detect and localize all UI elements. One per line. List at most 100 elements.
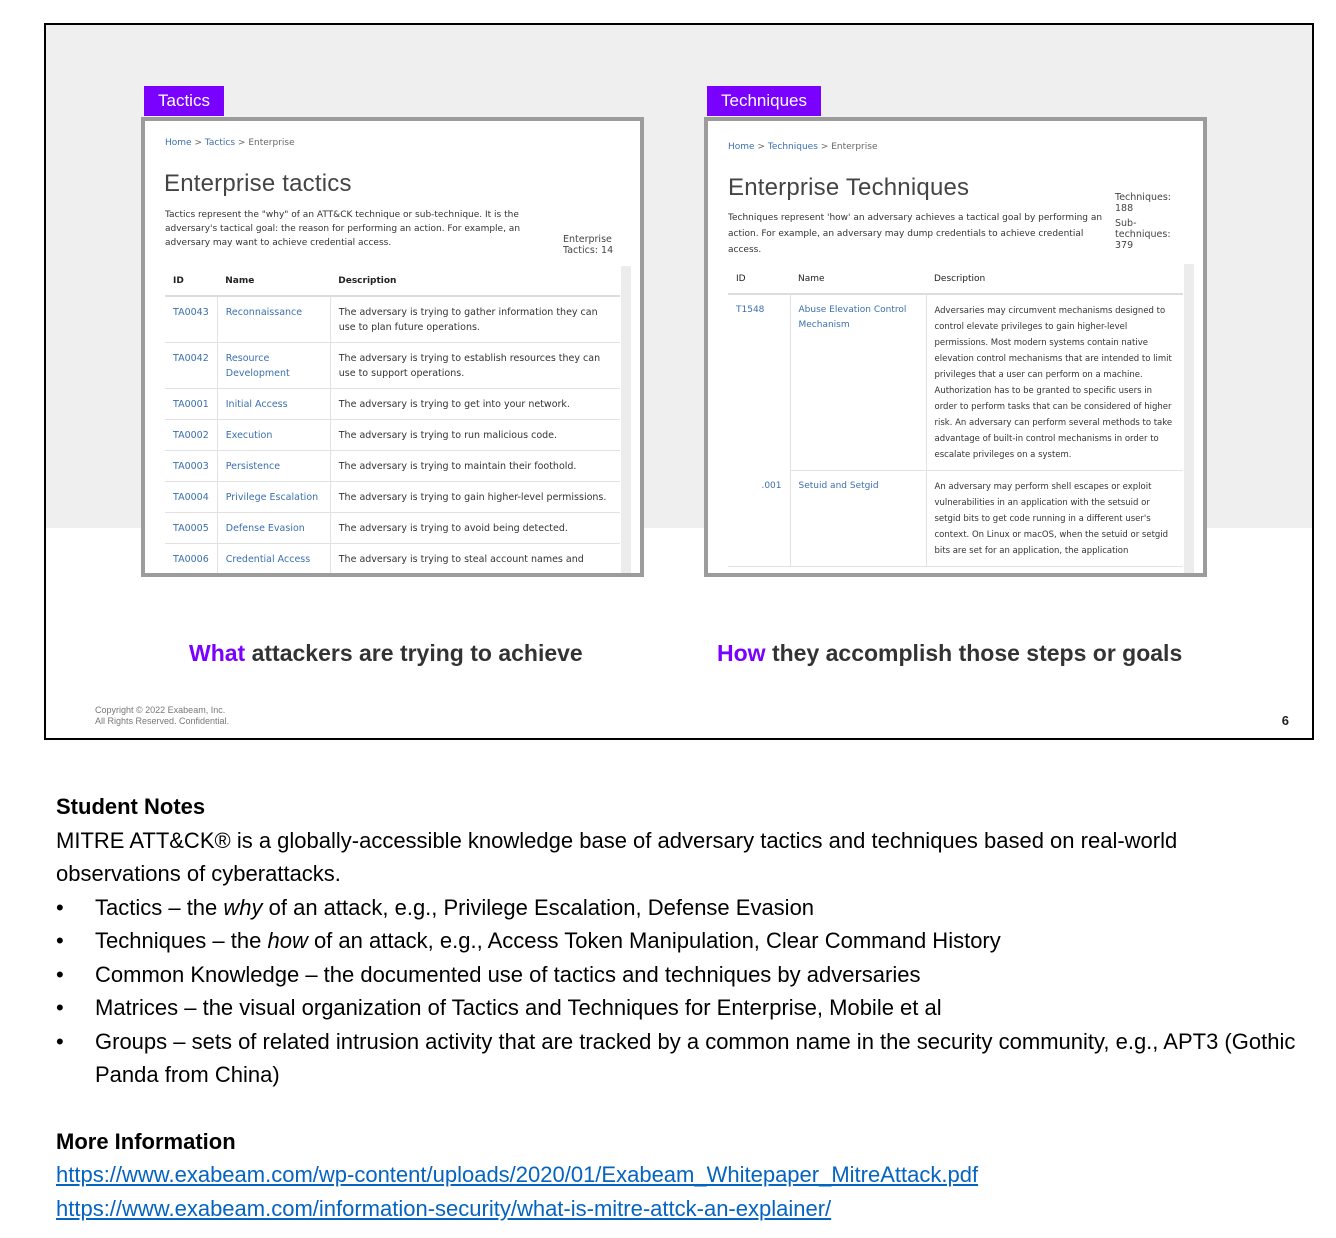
table-row: TA0002 Execution The adversary is trying t… bbox=[165, 419, 620, 451]
caption-techniques: How they accomplish those steps or goals bbox=[717, 640, 1182, 667]
table-row: T1548 Abuse Elevation Control Mechanism … bbox=[728, 294, 1183, 471]
breadcrumb-current: Enterprise bbox=[248, 138, 295, 148]
breadcrumb: Home > Techniques > Enterprise bbox=[728, 142, 877, 152]
tactics-description: Tactics represent the "why" of an ATT&CK… bbox=[165, 210, 521, 248]
breadcrumb-separator: > bbox=[237, 138, 246, 148]
whitepaper-link[interactable]: https://www.exabeam.com/wp-content/uploa… bbox=[56, 1158, 1306, 1192]
tactic-description: The adversary is trying to establish res… bbox=[329, 342, 620, 389]
page-title: Enterprise tactics bbox=[164, 170, 352, 197]
table-row: .001 Setuid and Setgid An adversary may … bbox=[728, 470, 1183, 567]
breadcrumb-home[interactable]: Home bbox=[728, 142, 755, 152]
tactics-count: Enterprise Tactics: 14 bbox=[563, 234, 613, 256]
column-header-id[interactable]: ID bbox=[165, 266, 218, 297]
stat-label: Techniques: bbox=[1115, 192, 1171, 203]
techniques-description: Techniques represent 'how' an adversary … bbox=[728, 213, 1103, 255]
tactic-name[interactable]: Persistence bbox=[216, 450, 331, 482]
bullet-emphasis: why bbox=[223, 894, 263, 920]
tactic-name[interactable]: Privilege Escalation bbox=[216, 481, 331, 513]
column-header-description[interactable]: Description bbox=[330, 266, 620, 297]
copyright-line: Copyright © 2022 Exabeam, Inc. bbox=[95, 705, 226, 715]
tactic-name[interactable]: Reconnaissance bbox=[216, 296, 331, 343]
bullet: • bbox=[56, 894, 64, 920]
page-title: Enterprise Techniques bbox=[728, 174, 970, 201]
tactic-id[interactable]: TA0001 bbox=[165, 388, 218, 420]
tactic-description: The adversary is trying to gather inform… bbox=[329, 296, 620, 343]
column-header-description[interactable]: Description bbox=[926, 264, 1183, 295]
table-scroll-edge bbox=[621, 266, 631, 573]
techniques-table: ID Name Description T1548 Abuse Elevatio… bbox=[728, 264, 1183, 567]
tactic-description: The adversary is trying to maintain thei… bbox=[329, 450, 620, 482]
stat-label: techniques: bbox=[1115, 229, 1171, 240]
bullet: • bbox=[56, 961, 64, 987]
tactic-id[interactable]: TA0004 bbox=[165, 481, 218, 513]
bullet-emphasis: how bbox=[267, 928, 308, 953]
breadcrumb-separator: > bbox=[757, 142, 765, 152]
page-number: 6 bbox=[1281, 713, 1289, 728]
bullet-text: Tactics – the bbox=[95, 894, 224, 920]
subtechnique-id[interactable]: .001 bbox=[728, 470, 790, 567]
breadcrumb-current: Enterprise bbox=[831, 142, 878, 152]
table-row: TA0006 Credential Access The adversary is … bbox=[165, 543, 620, 573]
tactic-name[interactable]: Credential Access bbox=[216, 543, 331, 573]
table-row: TA0005 Defense Evasion The adversary is tr… bbox=[165, 512, 620, 544]
techniques-tag: Techniques bbox=[707, 86, 822, 116]
tactic-name[interactable]: Resource Development bbox=[216, 342, 331, 389]
list-item: • Techniques – the how of an attack, e.g.… bbox=[56, 924, 1306, 958]
breadcrumb-techniques[interactable]: Techniques bbox=[768, 142, 818, 152]
technique-id[interactable]: T1548 bbox=[728, 294, 790, 471]
tactic-id[interactable]: TA0006 bbox=[165, 543, 218, 573]
table-row: TA0042 Resource Development The adversary … bbox=[165, 342, 620, 389]
copyright: Copyright © 2022 Exabeam, Inc. All Right… bbox=[95, 705, 229, 727]
tactic-name[interactable]: Defense Evasion bbox=[216, 512, 331, 544]
technique-description: Adversaries may circumvent mechanisms de… bbox=[925, 294, 1183, 471]
column-header-name[interactable]: Name bbox=[790, 264, 926, 295]
table-row: TA0004 Privilege Escalation The adversary … bbox=[165, 481, 620, 513]
list-item: • Matrices – the visual organization of T… bbox=[56, 991, 1306, 1025]
notes-heading: Student Notes bbox=[56, 794, 206, 819]
list-item: • Groups – sets of related intrusion acti… bbox=[56, 1025, 1306, 1092]
list-item: • Tactics – the why of an attack, e.g., P… bbox=[56, 891, 1306, 925]
bullet-text: of an attack, e.g., Access Token Manipul… bbox=[307, 928, 1001, 953]
copyright-line: All Rights Reserved. Confidential. bbox=[95, 716, 230, 726]
stat-value: 188 bbox=[1115, 203, 1134, 214]
breadcrumb: Home > Tactics > Enterprise bbox=[165, 138, 295, 148]
stat-label: Sub- bbox=[1115, 218, 1137, 229]
bullet-text: Matrices – the visual organization of Ta… bbox=[95, 995, 942, 1020]
tactic-description: The adversary is trying to steal account… bbox=[329, 543, 620, 573]
technique-name[interactable]: Setuid and Setgid bbox=[789, 470, 926, 567]
explainer-link[interactable]: https://www.exabeam.com/information-secu… bbox=[56, 1192, 1306, 1226]
breadcrumb-home[interactable]: Home bbox=[165, 138, 192, 148]
tactics-screenshot: Home > Tactics > Enterprise Enterprise t… bbox=[141, 117, 644, 577]
tactics-tag: Tactics bbox=[144, 86, 224, 116]
technique-description: An adversary may perform shell escapes o… bbox=[925, 470, 1183, 567]
slide: Tactics Home > Tactics > Enterprise Ente… bbox=[44, 23, 1314, 740]
tactic-id[interactable]: TA0043 bbox=[165, 296, 218, 343]
technique-name[interactable]: Abuse Elevation Control Mechanism bbox=[789, 294, 926, 471]
tactic-id[interactable]: TA0002 bbox=[165, 419, 218, 451]
tactic-id[interactable]: TA0005 bbox=[165, 512, 218, 544]
table-row: TA0001 Initial Access The adversary is try… bbox=[165, 388, 620, 420]
caption-tactics: What attackers are trying to achieve bbox=[189, 640, 583, 667]
more-info-heading: More Information bbox=[56, 1128, 236, 1154]
tactic-name[interactable]: Initial Access bbox=[216, 388, 331, 420]
student-notes: Student Notes MITRE ATT&CK® is a globall… bbox=[56, 790, 1306, 1225]
stat-value: Tactics: 14 bbox=[563, 245, 614, 256]
breadcrumb-tactics[interactable]: Tactics bbox=[205, 138, 235, 148]
bullet-text: Common Knowledge – the documented use of… bbox=[95, 961, 921, 987]
table-row: TA0003 Persistence The adversary is trying… bbox=[165, 450, 620, 482]
tactic-id[interactable]: TA0003 bbox=[165, 450, 218, 482]
tactic-description: The adversary is trying to avoid being d… bbox=[329, 512, 620, 544]
stat-label: Enterprise bbox=[563, 234, 612, 245]
bullet: • bbox=[56, 1028, 64, 1054]
tactic-name[interactable]: Execution bbox=[216, 419, 331, 451]
breadcrumb-separator: > bbox=[820, 142, 829, 152]
caption-highlight: How bbox=[717, 640, 766, 666]
column-header-id[interactable]: ID bbox=[728, 264, 790, 295]
techniques-screenshot: Home > Techniques > Enterprise Enterpris… bbox=[704, 117, 1207, 577]
column-header-name[interactable]: Name bbox=[217, 266, 331, 297]
caption-text: attackers are trying to achieve bbox=[245, 640, 583, 666]
list-item: • Common Knowledge – the documented use o… bbox=[56, 958, 1306, 992]
tactic-id[interactable]: TA0042 bbox=[165, 342, 218, 389]
bullet-text: Groups – sets of related intrusion activ… bbox=[95, 1028, 1296, 1088]
bullet-text: Techniques – the bbox=[95, 928, 268, 953]
